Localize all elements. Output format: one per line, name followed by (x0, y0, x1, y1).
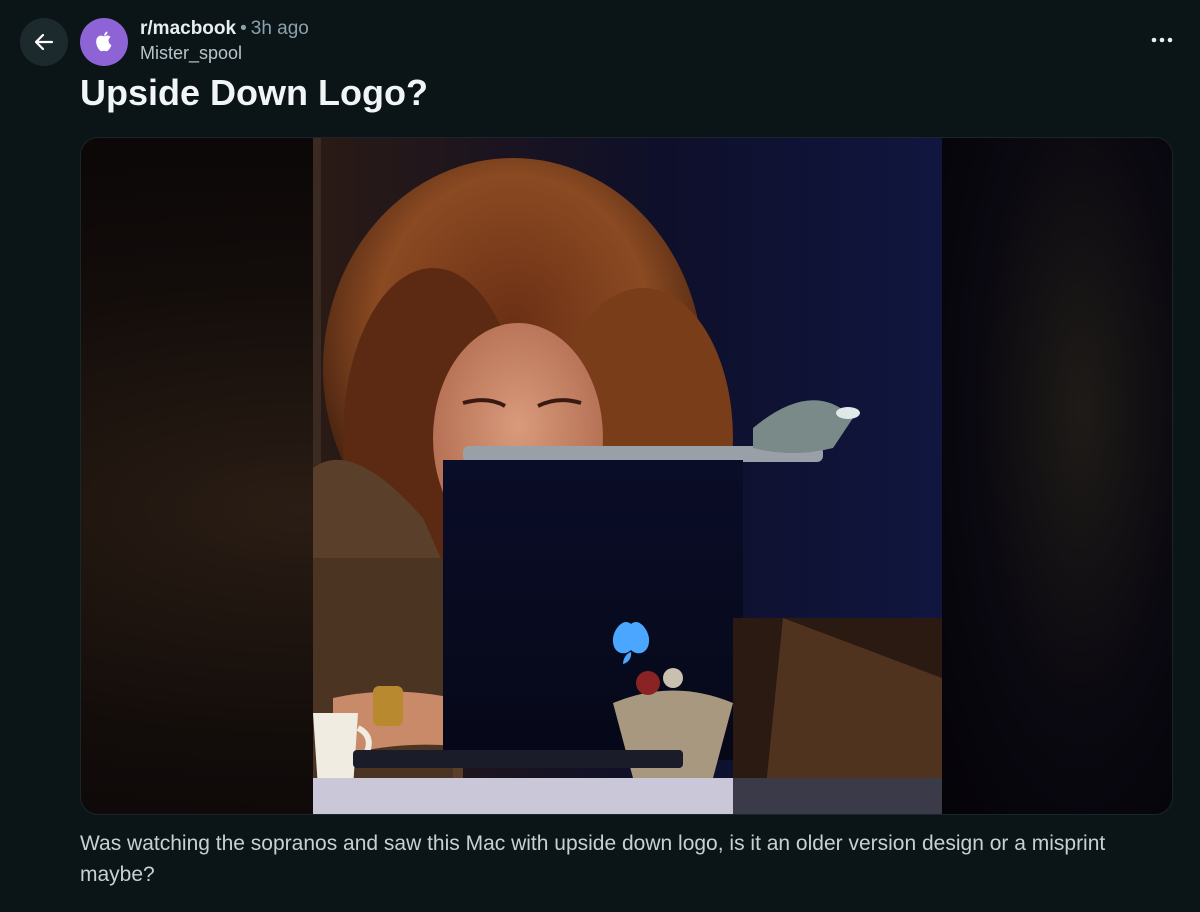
post-media[interactable] (80, 137, 1173, 815)
post-image (313, 138, 942, 814)
back-button[interactable] (20, 18, 68, 66)
subreddit-avatar[interactable] (80, 18, 128, 66)
subreddit-link[interactable]: r/macbook (140, 18, 236, 39)
meta-separator: • (240, 18, 247, 39)
post-meta-row: r/macbook • 3h ago (140, 17, 309, 41)
apple-logo-icon (96, 31, 112, 52)
more-options-button[interactable] (1148, 26, 1176, 54)
media-blur-background (941, 138, 1172, 814)
post-meta: r/macbook • 3h ago Mister_spool (140, 17, 309, 65)
post-detail-page: r/macbook • 3h ago Mister_spool Upside Dow… (0, 0, 1200, 912)
post-timestamp: 3h ago (250, 18, 309, 39)
author-link[interactable]: Mister_spool (140, 41, 309, 65)
more-horizontal-icon (1151, 37, 1173, 43)
post-title: Upside Down Logo? (80, 72, 428, 113)
post-body: Was watching the sopranos and saw this M… (80, 832, 1106, 886)
arrow-left-icon (34, 33, 54, 51)
